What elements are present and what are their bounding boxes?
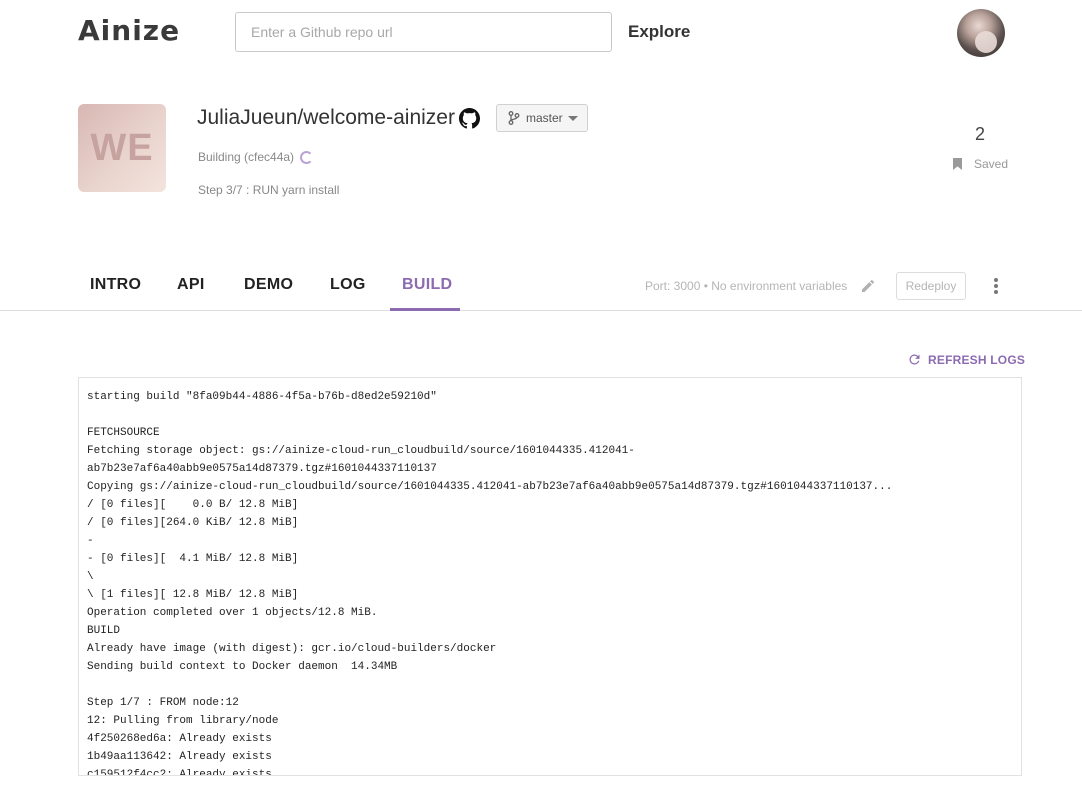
- log-line: ab7b23e7af6a40abb9e0575a14d87379.tgz#160…: [87, 463, 437, 475]
- log-line: \ [1 files][ 12.8 MiB/ 12.8 MiB]: [87, 589, 299, 601]
- save-button[interactable]: Saved: [953, 157, 1008, 171]
- log-line: Sending build context to Docker daemon 1…: [87, 661, 398, 673]
- ainize-logo[interactable]: Ainize: [78, 14, 180, 47]
- log-line: Already have image (with digest): gcr.io…: [87, 643, 497, 655]
- log-line: FETCHSOURCE: [87, 427, 160, 439]
- log-line: / [0 files][ 0.0 B/ 12.8 MiB]: [87, 499, 299, 511]
- github-icon[interactable]: [459, 108, 480, 129]
- refresh-logs-label: REFRESH LOGS: [928, 352, 1026, 367]
- active-tab-indicator: [390, 308, 460, 311]
- tab-api[interactable]: API: [177, 276, 205, 294]
- saved-count: 2: [974, 124, 985, 144]
- tab-demo[interactable]: DEMO: [244, 276, 293, 294]
- log-line: starting build "8fa09b44-4886-4f5a-b76b-…: [87, 391, 437, 403]
- build-status: Building (cfec44a): [198, 150, 314, 164]
- loading-spinner-icon: [300, 150, 314, 164]
- tab-intro[interactable]: INTRO: [90, 276, 141, 294]
- build-step: Step 3/7 : RUN yarn install: [198, 183, 340, 197]
- tab-log[interactable]: LOG: [330, 276, 366, 294]
- redeploy-button[interactable]: Redeploy: [896, 272, 966, 300]
- log-line: - [0 files][ 4.1 MiB/ 12.8 MiB]: [87, 553, 299, 565]
- edit-pencil-icon[interactable]: [860, 278, 876, 294]
- github-repo-url-input[interactable]: [235, 12, 612, 52]
- log-line: \: [87, 571, 94, 583]
- top-header: Ainize Explore: [0, 0, 1082, 64]
- log-line: BUILD: [87, 625, 121, 637]
- log-line: Fetching storage object: gs://ainize-clo…: [87, 445, 635, 457]
- git-branch-icon: [508, 111, 520, 125]
- repo-title: JuliaJueun/welcome-ainizer: [197, 106, 455, 129]
- project-thumbnail-initials: WE: [90, 126, 154, 169]
- log-line: c159512f4cc2: Already exists: [87, 769, 272, 776]
- more-options-icon[interactable]: [990, 276, 1002, 296]
- refresh-icon: [909, 354, 920, 365]
- log-line: Step 1/7 : FROM node:12: [87, 697, 239, 709]
- bookmark-icon: [953, 158, 962, 170]
- log-line: 1b49aa113642: Already exists: [87, 751, 272, 763]
- tab-build[interactable]: BUILD: [402, 276, 452, 294]
- tab-bar: INTRO API DEMO LOG BUILD Port: 3000 • No…: [0, 262, 1082, 311]
- chevron-down-icon: [568, 116, 578, 121]
- project-thumbnail: WE: [78, 104, 166, 192]
- log-line: 12: Pulling from library/node: [87, 715, 279, 727]
- log-line: 4f250268ed6a: Already exists: [87, 733, 272, 745]
- log-line: / [0 files][264.0 KiB/ 12.8 MiB]: [87, 517, 299, 529]
- build-status-text: Building (cfec44a): [198, 150, 295, 164]
- branch-selector[interactable]: master: [496, 104, 588, 132]
- refresh-logs-button[interactable]: REFRESH LOGS: [907, 352, 1025, 367]
- log-line: Copying gs://ainize-cloud-run_cloudbuild…: [87, 481, 893, 493]
- log-line: -: [87, 535, 94, 547]
- branch-name: master: [526, 111, 563, 125]
- saved-label: Saved: [974, 157, 1009, 171]
- explore-link[interactable]: Explore: [628, 22, 690, 42]
- build-log-output[interactable]: starting build "8fa09b44-4886-4f5a-b76b-…: [78, 377, 1022, 776]
- log-line: Operation completed over 1 objects/12.8 …: [87, 607, 378, 619]
- user-avatar[interactable]: [957, 9, 1005, 57]
- port-info: Port: 3000 • No environment variables: [645, 279, 848, 293]
